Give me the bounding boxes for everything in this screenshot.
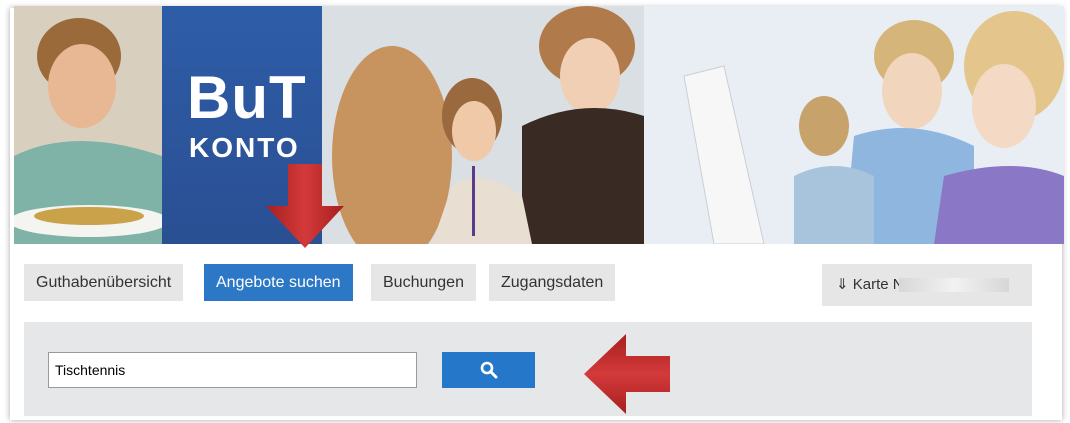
- tab-buchungen[interactable]: Buchungen: [371, 264, 476, 301]
- search-panel: [24, 322, 1032, 416]
- banner-photo-boy: [14, 6, 162, 244]
- banner-photo-classroom: [322, 6, 644, 244]
- search-input[interactable]: [48, 352, 417, 388]
- card-number-button[interactable]: ⇓ Karte Nr. 1(: [822, 264, 1032, 306]
- logo-title: BuT: [187, 64, 307, 131]
- search-icon: [480, 361, 497, 379]
- logo-block: BuT KONTO: [162, 6, 322, 244]
- banner-photo-computers: [644, 6, 1064, 244]
- tab-zugangsdaten[interactable]: Zugangsdaten: [489, 264, 616, 301]
- search-button[interactable]: [442, 352, 535, 388]
- redacted-card-number: [899, 278, 1010, 293]
- logo-subtitle: KONTO: [189, 132, 300, 163]
- tab-guthabenuebersicht[interactable]: Guthabenübersicht: [24, 264, 184, 301]
- header-banner: BuT KONTO: [14, 6, 1064, 244]
- tab-angebote-suchen[interactable]: Angebote suchen: [204, 264, 353, 301]
